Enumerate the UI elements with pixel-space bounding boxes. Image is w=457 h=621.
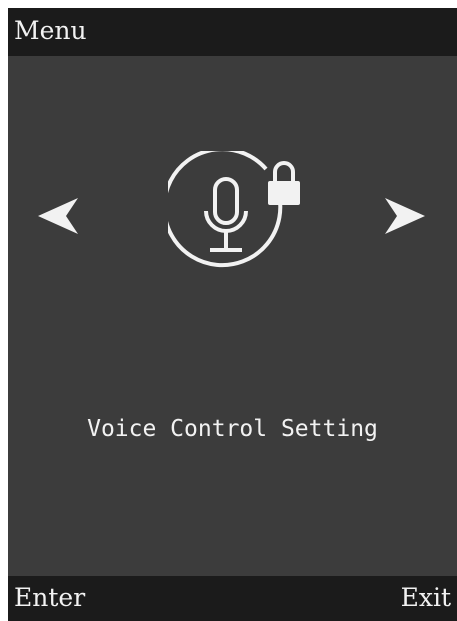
- softkey-bar: Enter Exit: [8, 576, 457, 621]
- microphone-lock-icon: [162, 147, 300, 268]
- title-bar: Menu: [8, 8, 457, 56]
- menu-item-label: Voice Control Setting: [87, 416, 378, 442]
- previous-item-button[interactable]: [38, 196, 80, 236]
- exit-softkey[interactable]: Exit: [401, 583, 451, 613]
- chevron-left-icon: [38, 198, 78, 234]
- voice-control-setting-icon[interactable]: [162, 147, 313, 281]
- next-item-button[interactable]: [383, 196, 425, 236]
- phone-screen: Menu Voice Control Setting Enter Exit: [8, 8, 457, 621]
- enter-softkey[interactable]: Enter: [14, 583, 85, 613]
- page-title: Menu: [14, 16, 87, 45]
- menu-carousel: Voice Control Setting: [8, 56, 457, 576]
- chevron-right-icon: [385, 198, 425, 234]
